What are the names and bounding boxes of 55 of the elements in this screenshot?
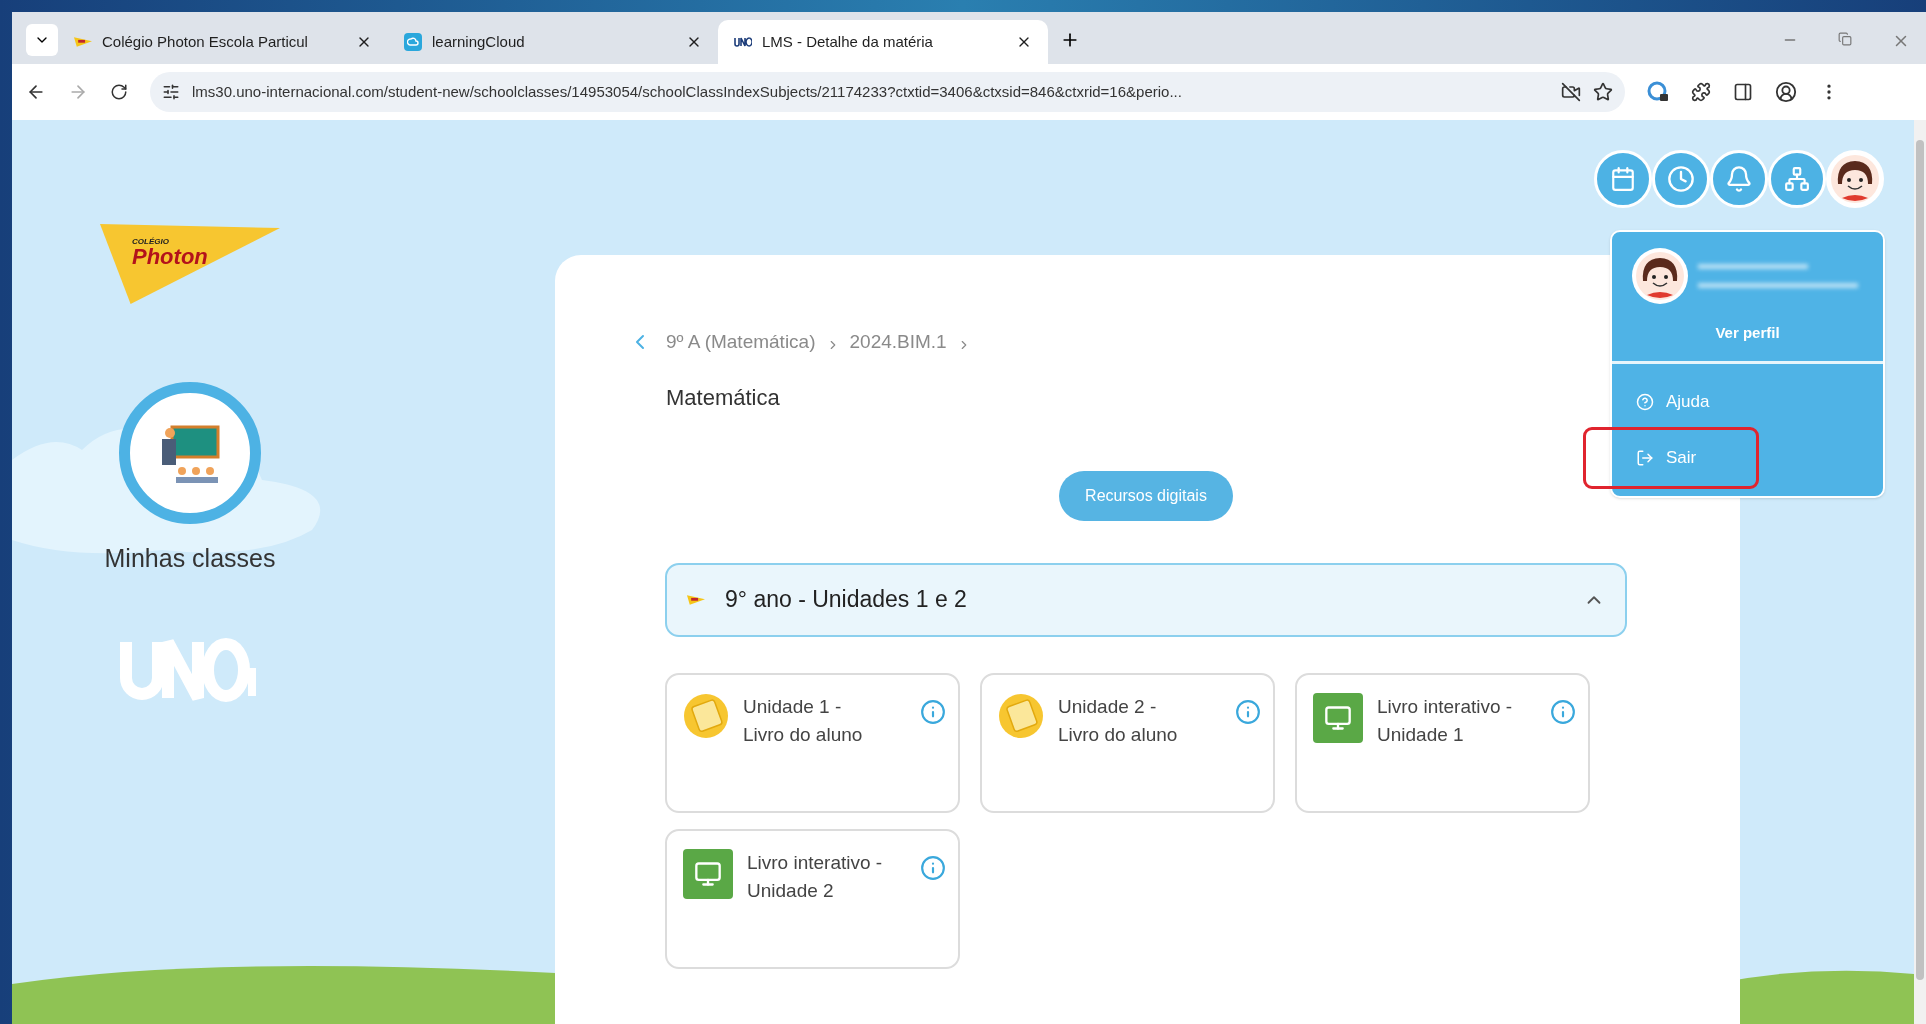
browser-tab[interactable]: LMS - Detalhe da matéria — [718, 20, 1048, 64]
resource-title-line: Livro interativo - — [1377, 694, 1514, 719]
restore-icon[interactable] — [1838, 32, 1852, 46]
section-header[interactable]: 9° ano - Unidades 1 e 2 — [665, 562, 1627, 637]
tab-title: learningCloud — [432, 31, 526, 52]
bell-icon — [1725, 164, 1753, 193]
tab-title: LMS - Detalhe da matéria — [762, 31, 934, 52]
browser-tab[interactable]: learningCloud — [388, 20, 718, 64]
resource-card[interactable]: Livro interativo - Unidade 1 — [1295, 672, 1590, 813]
clock-icon — [1667, 164, 1695, 193]
section-title: 9° ano - Unidades 1 e 2 — [725, 585, 968, 615]
hierarchy-icon — [1784, 165, 1810, 192]
sidebar-item[interactable]: Minhas classes — [104, 382, 276, 578]
school-logo: COLÉGIO Photon — [100, 224, 280, 304]
resource-title-line: Livro do aluno — [1058, 722, 1179, 747]
screen-icon — [1313, 692, 1363, 743]
url-text: lms30.uno-internacional.com/student-new/schoolclasses/14953054/schoolClassIndexSubjects/21174233?ctxtid=3406&ctxsid=846&ctxrid=16&perio... — [192, 81, 1183, 102]
resource-title-line: Livro do aluno — [743, 722, 864, 747]
cloud-icon — [404, 33, 422, 51]
info-icon[interactable] — [920, 854, 946, 881]
address-field[interactable]: lms30.uno-internacional.com/student-new/schoolclasses/14953054/schoolClassIndexSubjects/21174233?ctxtid=3406&ctxsid=846&ctxrid=16&perio... — [150, 72, 1625, 112]
site-settings-icon[interactable] — [162, 83, 180, 101]
resource-title-line: Unidade 1 — [1377, 722, 1465, 747]
flag-icon — [687, 594, 705, 605]
page-title: Matemática — [666, 383, 780, 412]
resource-title-line: Unidade 2 - — [1058, 694, 1158, 719]
extensions-icon[interactable] — [1691, 82, 1711, 102]
side-panel-icon[interactable] — [1733, 82, 1753, 102]
info-icon[interactable] — [1550, 698, 1576, 725]
info-icon[interactable] — [920, 698, 946, 725]
calendar-icon — [1610, 165, 1636, 192]
tab-title: Colégio Photon Escola Particul — [102, 31, 309, 52]
logout-icon — [1636, 448, 1654, 467]
screen-icon — [683, 848, 733, 899]
cartoon-avatar-icon — [1635, 251, 1685, 301]
bookmark-star-icon[interactable] — [1593, 82, 1613, 102]
resource-card[interactable]: Unidade 2 - Livro do aluno — [980, 672, 1275, 813]
resource-card[interactable]: Unidade 1 - Livro do aluno — [665, 672, 960, 813]
resource-title-line: Unidade 1 - — [743, 694, 843, 719]
resource-title-line: Unidade 2 — [747, 878, 835, 903]
camera-blocked-icon[interactable] — [1561, 82, 1581, 102]
help-icon — [1636, 392, 1654, 411]
info-icon[interactable] — [1235, 698, 1261, 725]
flag-icon — [74, 37, 92, 47]
tab-search-button[interactable] — [26, 24, 58, 56]
reload-icon[interactable] — [110, 83, 128, 101]
extension-icon[interactable] — [1647, 81, 1669, 103]
resource-title-line: Livro interativo - — [747, 850, 884, 875]
book-icon — [683, 692, 729, 739]
logo-icon — [734, 37, 752, 47]
cartoon-avatar-icon — [1830, 153, 1880, 204]
browser-tab[interactable]: Colégio Photon Escola Particul — [58, 20, 388, 64]
book-icon — [998, 692, 1044, 739]
resource-card[interactable]: Livro interativo - Unidade 2 — [665, 828, 960, 969]
profile-icon[interactable] — [1775, 81, 1797, 103]
